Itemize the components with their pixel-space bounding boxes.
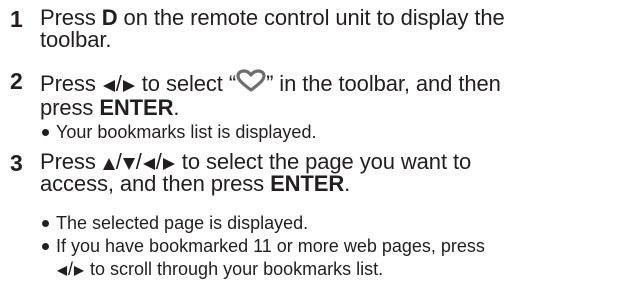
- key-enter: ENTER: [99, 95, 174, 120]
- step-2-line-2-a: press: [40, 95, 100, 120]
- step-3-bullets: The selected page is displayed. If you h…: [40, 212, 618, 281]
- step-2-text-a: Press: [40, 71, 102, 96]
- step-number: 1: [10, 6, 23, 32]
- bullet-text: The selected page is displayed.: [56, 213, 309, 233]
- step-number: 2: [10, 68, 23, 94]
- step-2-text-b: to select “: [135, 71, 237, 96]
- step-3-line-2-a: access, and then press: [40, 171, 271, 196]
- bullet-text: If you have bookmarked 11 or more web pa…: [56, 236, 485, 256]
- key-enter: ENTER: [270, 171, 345, 196]
- heart-outline-icon: [236, 69, 266, 97]
- bullet-dot: [42, 129, 49, 136]
- bullet-dot: [42, 220, 49, 227]
- step-2: 2 Press / to select “” in the toolbar, a…: [10, 69, 610, 119]
- step-number: 3: [10, 150, 23, 176]
- list-item: Your bookmarks list is displayed.: [40, 121, 618, 144]
- left-triangle-icon: [102, 79, 116, 92]
- right-triangle-icon: [122, 79, 136, 92]
- right-triangle-icon: [162, 157, 176, 170]
- left-triangle-icon: [142, 157, 156, 170]
- list-item: If you have bookmarked 11 or more web pa…: [40, 235, 618, 281]
- step-2-line-2-b: .: [173, 95, 180, 120]
- step-2-text: Press / to select “” in the toolbar, and…: [40, 69, 610, 119]
- bullet-dot: [42, 243, 49, 250]
- step-1-line-2: toolbar.: [40, 27, 112, 52]
- step-1: 1 Press D on the remote control unit to …: [10, 7, 610, 51]
- bullet-text: Your bookmarks list is displayed.: [56, 122, 317, 142]
- right-triangle-icon: [73, 265, 85, 276]
- step-2-text-c: ” in the toolbar, and then: [266, 71, 501, 96]
- bullet-text-continued: to scroll through your bookmarks list.: [85, 259, 384, 279]
- step-2-bullets: Your bookmarks list is displayed.: [40, 121, 618, 144]
- step-3: 3 Press / / / to select the page you want …: [10, 151, 610, 195]
- down-triangle-icon: [122, 157, 136, 170]
- list-item: The selected page is displayed.: [40, 212, 618, 235]
- up-triangle-icon: [102, 157, 116, 170]
- step-1-text: Press D on the remote control unit to di…: [40, 7, 610, 51]
- left-triangle-icon: [56, 265, 68, 276]
- step-1-text-b: on the remote control unit to display th…: [117, 5, 505, 30]
- step-3-text: Press / / / to select the page you want to…: [40, 151, 610, 195]
- step-3-line-2-b: .: [344, 171, 351, 196]
